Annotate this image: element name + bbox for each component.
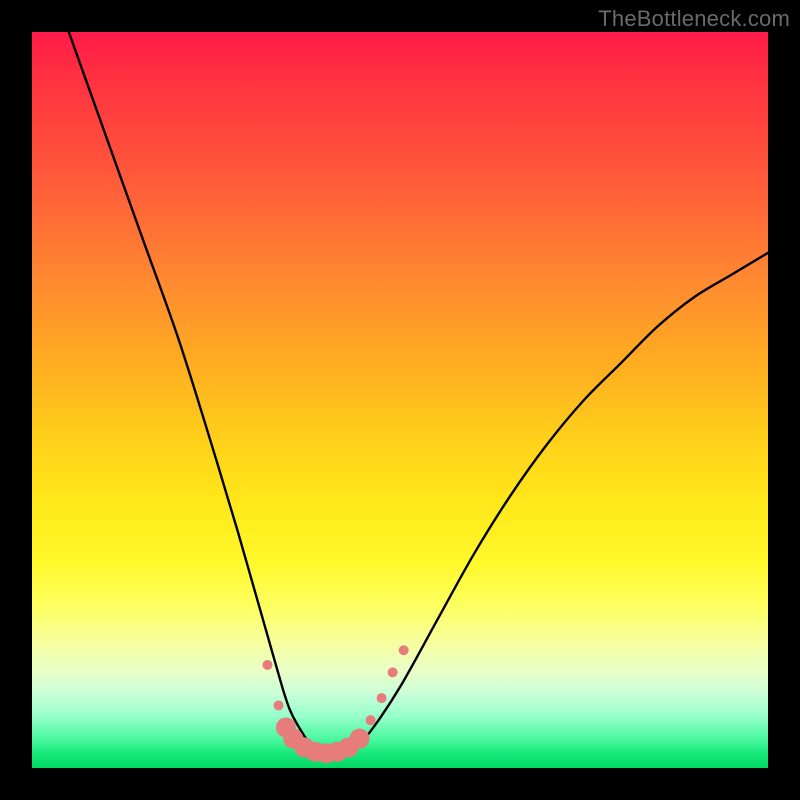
watermark-text: TheBottleneck.com <box>598 6 790 32</box>
marker-dot <box>350 729 370 749</box>
marker-dot <box>399 645 409 655</box>
bottleneck-curve <box>69 32 768 754</box>
marker-dot <box>366 715 376 725</box>
chart-frame: TheBottleneck.com <box>0 0 800 800</box>
marker-dot <box>377 693 387 703</box>
marker-dot <box>263 660 273 670</box>
marker-dot <box>274 700 284 710</box>
chart-svg <box>32 32 768 768</box>
marker-group <box>263 645 409 763</box>
plot-area <box>32 32 768 768</box>
marker-dot <box>388 667 398 677</box>
